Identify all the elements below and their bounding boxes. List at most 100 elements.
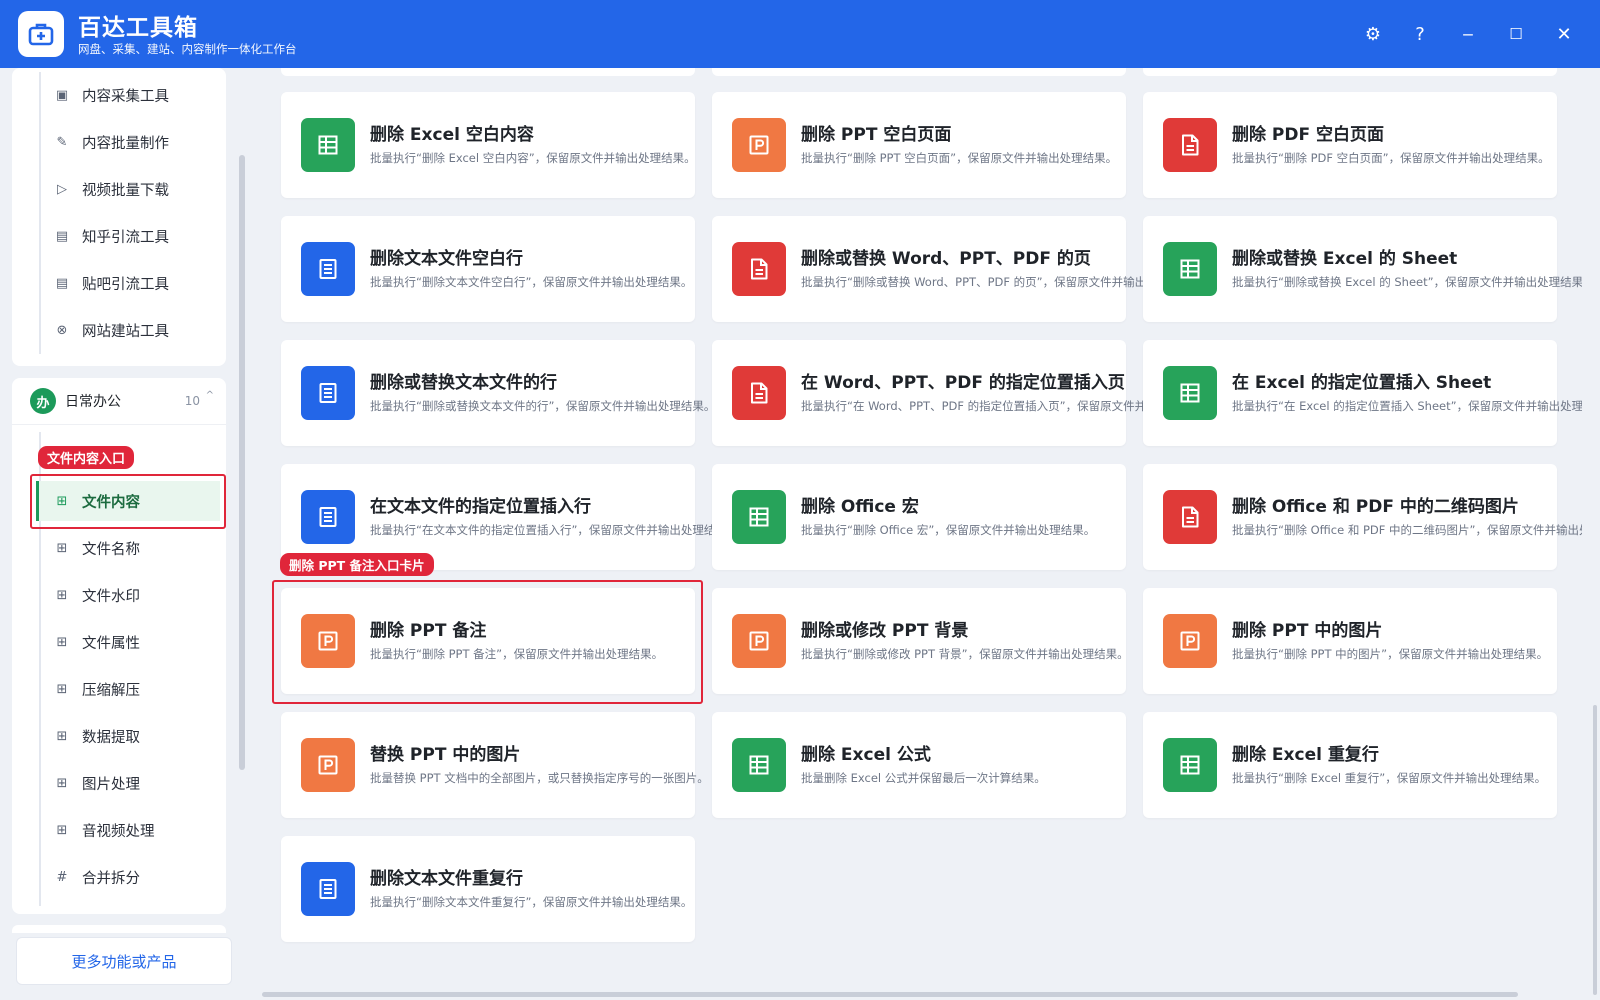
sidebar-item-icon: ▤ [55, 275, 69, 291]
card-description: 批量执行“删除 Office 和 PDF 中的二维码图片”，保留原文件并输出处理… [1232, 523, 1582, 537]
help-icon[interactable]: ? [1406, 20, 1434, 48]
sidebar-file-item-3[interactable]: ⊞ 文件属性 [46, 622, 218, 662]
ppt-icon [732, 118, 786, 172]
toolbox-logo-icon [18, 11, 64, 57]
sidebar-item-label: 内容采集工具 [82, 88, 169, 105]
sidebar-item-label: 视频批量下载 [82, 182, 169, 199]
ppt-icon [732, 614, 786, 668]
maximize-icon[interactable]: ☐ [1502, 20, 1530, 48]
sidebar-file-item-5[interactable]: ⊞ 数据提取 [46, 716, 218, 756]
text-doc-icon [301, 862, 355, 916]
card-title: 删除文本文件重复行 [370, 869, 523, 889]
tool-card[interactable]: 删除 Office 宏批量执行“删除 Office 宏”，保留原文件并输出处理结… [712, 464, 1126, 570]
card-title: 删除 PDF 空白页面 [1232, 125, 1385, 145]
title-bar: 百达工具箱 网盘、采集、建站、内容制作一体化工作台 ⚙ ? ‒ ☐ ✕ [0, 0, 1600, 68]
tool-card[interactable]: 删除或修改 PPT 背景批量执行“删除或修改 PPT 背景”，保留原文件并输出处… [712, 588, 1129, 694]
tool-card[interactable]: 删除文本文件空白行 批量执行“删除文本文件空白行”，保留原文件并输出处理结果。 [281, 216, 695, 322]
card-title: 在文本文件的指定位置插入行 [370, 497, 591, 517]
tool-card[interactable]: 删除文本文件重复行批量执行“删除文本文件重复行”，保留原文件并输出处理结果。 [281, 836, 695, 942]
group-daily-office[interactable]: 办 日常办公 10 ^ [12, 378, 226, 424]
card-description: 批量执行“删除 Excel 重复行”，保留原文件并输出处理结果。 [1232, 771, 1547, 785]
collapse-caret-icon[interactable]: ^ [206, 390, 214, 401]
tool-card-grid: 删除 Excel 空白内容 批量执行“删除 Excel 空白内容”，保留原文件并输… [248, 68, 1588, 992]
sidebar-item-icon: ⊗ [56, 322, 68, 338]
tool-card[interactable]: 删除 PPT 中的图片批量执行“删除 PPT 中的图片”，保留原文件并输出处理结… [1143, 588, 1557, 694]
sidebar-item-label: 文件水印 [82, 588, 140, 605]
tool-card[interactable]: 删除或替换 Word、PPT、PDF 的页批量执行“删除或替换 Word、PPT… [712, 216, 1151, 322]
app-subtitle: 网盘、采集、建站、内容制作一体化工作台 [78, 42, 297, 56]
excel-sheet-icon [1163, 366, 1217, 420]
more-features-button[interactable]: 更多功能或产品 [16, 937, 232, 985]
grid-icon: ⊞ [56, 634, 68, 650]
tool-card[interactable]: 删除 Excel 公式 批量删除 Excel 公式并保留最后一次计算结果。 [712, 712, 1126, 818]
app-title: 百达工具箱 [78, 15, 198, 41]
minimize-icon[interactable]: ‒ [1454, 20, 1482, 48]
sidebar-file-item-2[interactable]: ⊞ 文件水印 [46, 575, 218, 615]
sidebar-item-icon: ▷ [57, 181, 67, 197]
sidebar-file-item-6[interactable]: ⊞ 图片处理 [46, 763, 218, 803]
tool-card[interactable]: 删除 Office 和 PDF 中的二维码图片 批量执行“删除 Office 和 … [1143, 464, 1582, 570]
grid-icon: ⊞ [56, 775, 68, 791]
sidebar-file-item-8[interactable]: # 合并拆分 [46, 857, 218, 897]
grid-icon: # [56, 869, 68, 885]
tool-card[interactable]: 在 Word、PPT、PDF 的指定位置插入页 批量执行“在 Word、PPT、P… [712, 340, 1151, 446]
excel-sheet-icon [732, 738, 786, 792]
card-description: 批量执行“删除或替换 Word、PPT、PDF 的页”，保留原文件并输出处理结果… [801, 275, 1151, 289]
text-doc-icon [301, 366, 355, 420]
tool-card[interactable]: 删除或替换 Excel 的 Sheet 批量执行“删除或替换 Excel 的 Sh… [1143, 216, 1582, 322]
card-title: 在 Word、PPT、PDF 的指定位置插入页 [801, 373, 1125, 393]
card-title: 删除或修改 PPT 背景 [801, 621, 969, 641]
sidebar-item-3[interactable]: ▤ 知乎引流工具 [46, 216, 218, 256]
card-title: 删除 Excel 公式 [801, 745, 931, 765]
card-title: 删除 Excel 重复行 [1232, 745, 1379, 765]
excel-sheet-icon [732, 490, 786, 544]
card-description: 批量执行“删除 Office 宏”，保留原文件并输出处理结果。 [801, 523, 1096, 537]
close-icon[interactable]: ✕ [1550, 20, 1578, 48]
card-title: 删除或替换 Word、PPT、PDF 的页 [801, 249, 1091, 269]
tool-card[interactable]: 删除 Excel 重复行批量执行“删除 Excel 重复行”，保留原文件并输出处… [1143, 712, 1557, 818]
sidebar-file-item-7[interactable]: ⊞ 音视频处理 [46, 810, 218, 850]
sidebar-item-0[interactable]: ▣ 内容采集工具 [46, 75, 218, 115]
sidebar-item-icon: ✎ [56, 134, 68, 150]
sidebar-tree-line [39, 72, 41, 354]
sidebar-file-item-4[interactable]: ⊞ 压缩解压 [46, 669, 218, 709]
office-group-icon: 办 [30, 388, 56, 414]
tool-card[interactable]: 删除 Excel 空白内容 批量执行“删除 Excel 空白内容”，保留原文件并输… [281, 92, 696, 198]
horizontal-scrollbar-thumb[interactable] [262, 992, 1518, 997]
card-title: 删除 PPT 空白页面 [801, 125, 952, 145]
card-description: 批量执行“删除 PPT 中的图片”，保留原文件并输出处理结果。 [1232, 647, 1549, 661]
grid-icon: ⊞ [56, 822, 68, 838]
settings-icon[interactable]: ⚙ [1359, 20, 1387, 48]
card-title: 删除或替换 Excel 的 Sheet [1232, 249, 1458, 269]
tool-card[interactable]: 在 Excel 的指定位置插入 Sheet 批量执行“在 Excel 的指定位置插… [1143, 340, 1582, 446]
tool-card[interactable]: 替换 PPT 中的图片 批量替换 PPT 文档中的全部图片，或只替换指定序号的一张… [281, 712, 709, 818]
excel-sheet-icon [301, 118, 355, 172]
main-scrollbar-thumb[interactable] [1593, 705, 1597, 995]
tool-card[interactable]: 删除 PPT 空白页面 批量执行“删除 PPT 空白页面”，保留原文件并输出处理结… [712, 92, 1126, 198]
sidebar-item-label: 音视频处理 [82, 823, 155, 840]
tool-card[interactable]: 删除或替换文本文件的行 批量执行“删除或替换文本文件的行”，保留原文件并输出处理结… [281, 340, 715, 446]
card-description: 批量执行“删除文本文件重复行”，保留原文件并输出处理结果。 [370, 895, 693, 909]
card-title: 删除 PPT 中的图片 [1232, 621, 1383, 641]
sidebar-item-label: 合并拆分 [82, 870, 140, 887]
card-title: 删除 Office 宏 [801, 497, 919, 517]
card-description: 批量执行“删除或修改 PPT 背景”，保留原文件并输出处理结果。 [801, 647, 1129, 661]
sidebar-file-item-1[interactable]: ⊞ 文件名称 [46, 528, 218, 568]
ppt-icon [1163, 614, 1217, 668]
card-description: 批量执行“在文本文件的指定位置插入行”，保留原文件并输出处理结果。 [370, 523, 720, 537]
grid-icon: ⊞ [56, 728, 68, 744]
sidebar-item-label: 内容批量制作 [82, 135, 169, 152]
sidebar-item-5[interactable]: ⊗ 网站建站工具 [46, 310, 218, 350]
tool-card[interactable]: 删除 PDF 空白页面 批量执行“删除 PDF 空白页面”，保留原文件并输出处理结… [1143, 92, 1557, 198]
sidebar-item-2[interactable]: ▷ 视频批量下载 [46, 169, 218, 209]
sidebar-item-4[interactable]: ▤ 贴吧引流工具 [46, 263, 218, 303]
card-description: 批量替换 PPT 文档中的全部图片，或只替换指定序号的一张图片。 [370, 771, 709, 785]
excel-sheet-icon [1163, 738, 1217, 792]
ppt-icon [301, 738, 355, 792]
sidebar-item-1[interactable]: ✎ 内容批量制作 [46, 122, 218, 162]
group-label: 日常办公 [65, 394, 121, 410]
sidebar-scrollbar-thumb[interactable] [239, 155, 245, 770]
card-description: 批量执行“删除或替换文本文件的行”，保留原文件并输出处理结果。 [370, 399, 716, 413]
card-description: 批量执行“删除文本文件空白行”，保留原文件并输出处理结果。 [370, 275, 693, 289]
sidebar-item-label: 图片处理 [82, 776, 140, 793]
